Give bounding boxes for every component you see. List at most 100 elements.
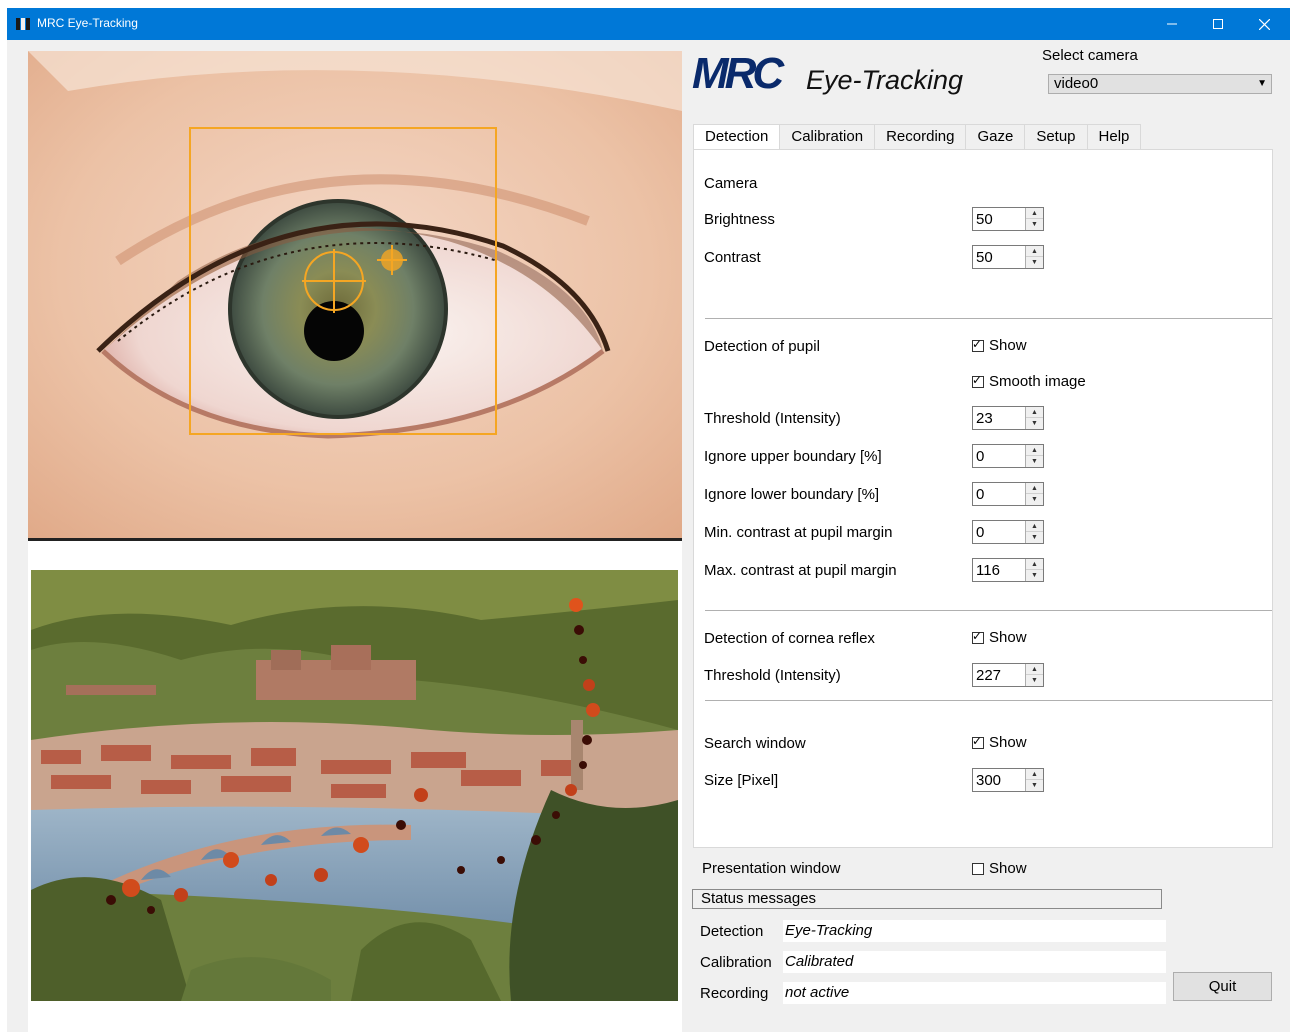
contrast-spinbox[interactable]: 50 ▲ ▼ [972,245,1044,269]
logo-product-text: Eye-Tracking [806,65,964,95]
spin-up-icon[interactable]: ▲ [1026,483,1043,494]
status-calibration-label: Calibration [700,954,772,971]
status-messages-header: Status messages [692,889,1162,909]
section-divider [705,700,1272,701]
presentation-show-label: Show [989,860,1027,877]
brightness-spinbox[interactable]: 50 ▲ ▼ [972,207,1044,231]
ignore-lower-spinbox[interactable]: 0 ▲ ▼ [972,482,1044,506]
spin-up-icon[interactable]: ▲ [1026,407,1043,418]
status-recording-label: Recording [700,985,769,1002]
close-icon [1258,18,1270,30]
spin-down-icon[interactable]: ▼ [1026,494,1043,505]
eye-image [28,51,682,538]
tab-recording[interactable]: Recording [875,124,967,149]
pupil-threshold-label: Threshold (Intensity) [704,410,841,427]
ignore-upper-label: Ignore upper boundary [%] [704,448,882,465]
status-recording-value: not active [783,982,1166,1004]
spin-up-icon[interactable]: ▲ [1026,445,1043,456]
cornea-threshold-label: Threshold (Intensity) [704,667,841,684]
cornea-show-checkbox[interactable]: ✓ Show [972,629,1027,646]
camera-heading: Camera [704,175,758,192]
smooth-image-label: Smooth image [989,373,1086,390]
scene-image [31,570,678,1001]
video-pane [28,51,682,1032]
pupil-show-label: Show [989,337,1027,354]
ignore-upper-spinbox[interactable]: 0 ▲ ▼ [972,444,1044,468]
svg-text:MRC: MRC [692,50,785,98]
spin-down-icon[interactable]: ▼ [1026,780,1043,791]
spin-down-icon[interactable]: ▼ [1026,418,1043,429]
cornea-threshold-spinbox[interactable]: 227 ▲ ▼ [972,663,1044,687]
contrast-label: Contrast [704,249,761,266]
search-window-heading: Search window [704,735,806,752]
section-divider [705,318,1272,319]
size-value: 300 [976,772,1002,789]
select-camera-label: Select camera [1042,47,1138,64]
max-contrast-spinbox[interactable]: 116 ▲ ▼ [972,558,1044,582]
pupil-show-checkbox[interactable]: ✓ Show [972,337,1027,354]
pupil-heading: Detection of pupil [704,338,820,355]
ignore-upper-value: 0 [976,448,985,465]
camera-select[interactable]: video0 ▼ [1048,74,1272,94]
camera-select-value: video0 [1054,75,1099,92]
spin-up-icon[interactable]: ▲ [1026,769,1043,780]
pupil-threshold-spinbox[interactable]: 23 ▲ ▼ [972,406,1044,430]
view-separator [28,538,682,541]
app-icon [16,18,30,30]
maximize-button[interactable] [1195,8,1241,40]
presentation-show-checkbox[interactable]: Show [972,860,1027,877]
ignore-lower-label: Ignore lower boundary [%] [704,486,880,503]
smooth-image-checkbox[interactable]: ✓ Smooth image [972,373,1086,390]
tab-gaze[interactable]: Gaze [966,124,1026,149]
spin-down-icon[interactable]: ▼ [1026,532,1043,543]
cornea-show-label: Show [989,629,1027,646]
cornea-heading: Detection of cornea reflex [704,630,875,647]
section-divider [705,610,1272,611]
checkbox-checked-icon: ✓ [972,733,984,749]
spin-up-icon[interactable]: ▲ [1026,208,1043,219]
size-label: Size [Pixel] [704,772,779,789]
checkbox-checked-icon: ✓ [972,372,984,388]
ignore-lower-value: 0 [976,486,985,503]
spin-down-icon[interactable]: ▼ [1026,219,1043,230]
cornea-threshold-value: 227 [976,667,1002,684]
spin-down-icon[interactable]: ▼ [1026,257,1043,268]
search-window-show-checkbox[interactable]: ✓ Show [972,734,1027,751]
max-contrast-value: 116 [976,562,1000,579]
checkbox-unchecked-icon [972,862,984,875]
checkbox-checked-icon: ✓ [972,336,984,352]
brightness-label: Brightness [704,211,775,228]
spin-up-icon[interactable]: ▲ [1026,246,1043,257]
size-spinbox[interactable]: 300 ▲ ▼ [972,768,1044,792]
contrast-value: 50 [976,249,993,266]
checkbox-checked-icon: ✓ [972,628,984,644]
tab-bar: Detection Calibration Recording Gaze Set… [693,124,1142,150]
status-calibration-value: Calibrated [783,951,1166,973]
eye-camera-view [28,51,682,538]
pupil-threshold-value: 23 [976,410,993,427]
search-window-show-label: Show [989,734,1027,751]
spin-down-icon[interactable]: ▼ [1026,456,1043,467]
maximize-icon [1213,19,1223,29]
tab-setup[interactable]: Setup [1025,124,1088,149]
tab-detection[interactable]: Detection [693,124,781,150]
status-detection-value: Eye-Tracking [783,920,1166,942]
brightness-value: 50 [976,211,993,228]
presentation-window-label: Presentation window [702,860,841,877]
spin-up-icon[interactable]: ▲ [1026,521,1043,532]
spin-up-icon[interactable]: ▲ [1026,559,1043,570]
chevron-down-icon: ▼ [1257,78,1267,89]
close-button[interactable] [1241,8,1287,40]
spin-down-icon[interactable]: ▼ [1026,675,1043,686]
max-contrast-label: Max. contrast at pupil margin [704,562,897,579]
tab-help[interactable]: Help [1087,124,1142,149]
scene-camera-view [31,570,678,1001]
minimize-button[interactable] [1149,8,1195,40]
quit-button[interactable]: Quit [1173,972,1272,1001]
minimize-icon [1167,23,1177,25]
spin-down-icon[interactable]: ▼ [1026,570,1043,581]
title-bar: MRC Eye-Tracking [7,8,1290,40]
min-contrast-spinbox[interactable]: 0 ▲ ▼ [972,520,1044,544]
spin-up-icon[interactable]: ▲ [1026,664,1043,675]
tab-calibration[interactable]: Calibration [780,124,876,149]
